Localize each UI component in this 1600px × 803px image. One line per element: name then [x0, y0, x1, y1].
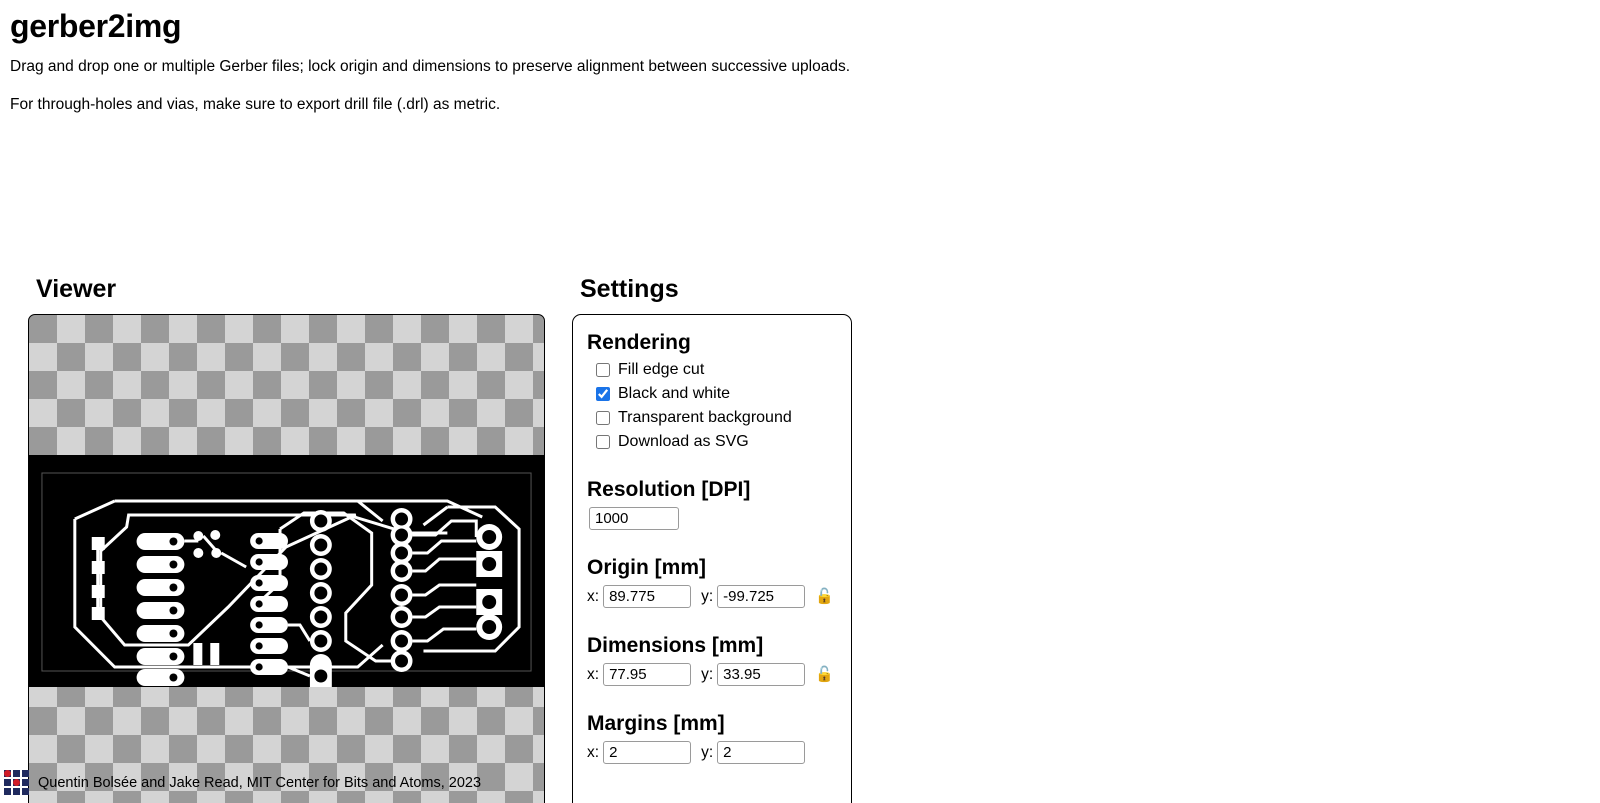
dimensions-group-title: Dimensions [mm]: [587, 634, 764, 658]
page-title: gerber2img: [10, 8, 182, 44]
margins-x-input[interactable]: [603, 741, 692, 765]
dimensions-unlocked-padlock-icon[interactable]: 🔓: [815, 667, 834, 682]
viewer-column: Viewer: [28, 274, 558, 803]
option-fill-edge-cut[interactable]: Fill edge cut: [589, 360, 837, 380]
app-root: gerber2img Drag and drop one or multiple…: [0, 8, 1600, 803]
origin-x-input[interactable]: [603, 585, 692, 609]
dimensions-x-input[interactable]: [603, 663, 692, 687]
transparent-background-label[interactable]: Transparent background: [618, 408, 792, 428]
margins-row: x: y:: [587, 741, 837, 765]
cba-logo: [4, 770, 29, 795]
pcb-render-svg: [29, 454, 544, 687]
black-and-white-checkbox[interactable]: [596, 386, 610, 401]
credit-text: Quentin Bolsée and Jake Read, MIT Center…: [38, 774, 482, 791]
origin-row: x: y: 🔓: [587, 585, 837, 609]
black-and-white-label[interactable]: Black and white: [618, 384, 730, 404]
dimensions-y-label: y:: [701, 665, 714, 683]
settings-heading: Settings: [580, 274, 679, 303]
pcb-render: [29, 454, 544, 687]
resolution-row: [587, 506, 837, 530]
settings-panel: Rendering Fill edge cut Black and white …: [572, 313, 852, 803]
origin-x-label: x:: [587, 587, 600, 605]
gerber-viewer-canvas[interactable]: [28, 313, 545, 803]
origin-y-label: y:: [701, 587, 714, 605]
margins-x-label: x:: [587, 743, 600, 761]
option-download-as-svg[interactable]: Download as SVG: [589, 432, 837, 452]
rendering-group-title: Rendering: [587, 330, 691, 354]
margins-y-label: y:: [701, 743, 714, 761]
download-as-svg-checkbox[interactable]: [596, 434, 610, 449]
intro-line-1: Drag and drop one or multiple Gerber fil…: [10, 57, 851, 75]
intro-line-2: For through-holes and vias, make sure to…: [10, 96, 501, 114]
transparent-background-checkbox[interactable]: [596, 410, 610, 425]
resolution-dpi-input[interactable]: [589, 506, 679, 530]
dimensions-y-input[interactable]: [717, 663, 806, 687]
fill-edge-cut-checkbox[interactable]: [596, 362, 610, 377]
footer: Quentin Bolsée and Jake Read, MIT Center…: [4, 770, 481, 796]
origin-unlocked-padlock-icon[interactable]: 🔓: [815, 589, 834, 604]
origin-group-title: Origin [mm]: [587, 555, 706, 579]
margins-group-title: Margins [mm]: [587, 712, 725, 736]
pcb-th-pad-column-right: [390, 507, 413, 672]
option-black-and-white[interactable]: Black and white: [589, 384, 837, 404]
dimensions-row: x: y: 🔓: [587, 663, 837, 687]
viewer-heading: Viewer: [36, 274, 117, 303]
margins-y-input[interactable]: [717, 741, 806, 765]
fill-edge-cut-label[interactable]: Fill edge cut: [618, 360, 704, 380]
origin-y-input[interactable]: [717, 585, 806, 609]
settings-column: Settings Rendering Fill edge cut Black a…: [572, 274, 872, 803]
download-as-svg-label[interactable]: Download as SVG: [618, 432, 749, 452]
option-transparent-background[interactable]: Transparent background: [589, 408, 837, 428]
dimensions-x-label: x:: [587, 665, 600, 683]
resolution-group-title: Resolution [DPI]: [587, 477, 751, 501]
